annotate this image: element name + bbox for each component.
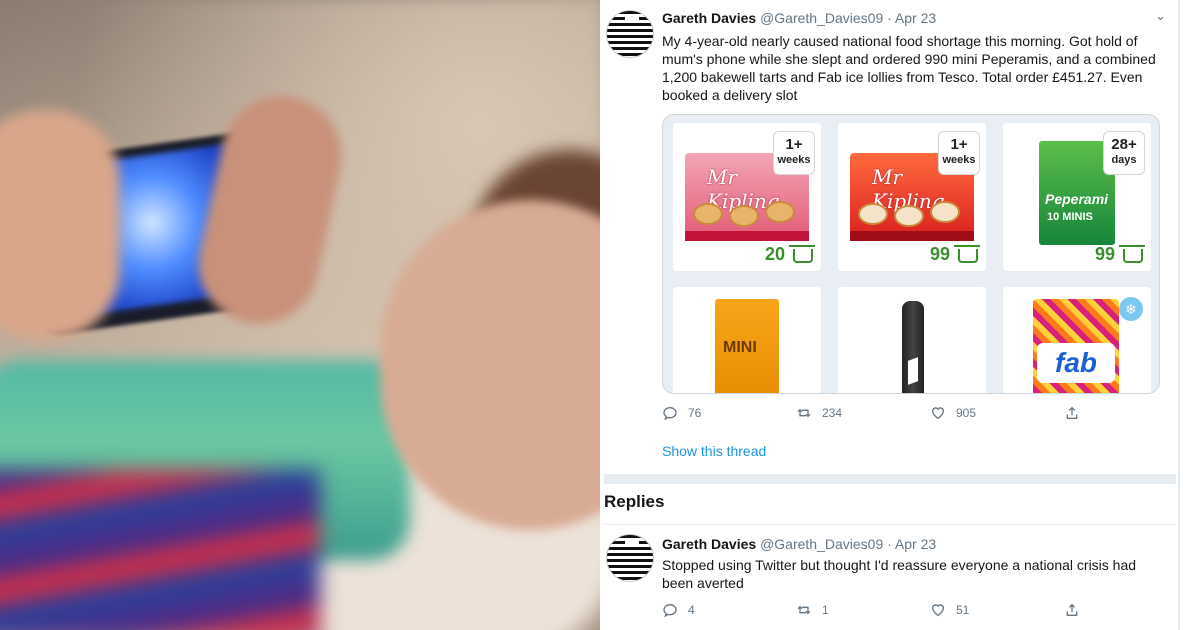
shelf-life-value: 1+	[950, 136, 968, 153]
like-count: 51	[956, 603, 970, 617]
shelf-life-badge: 1+ weeks	[773, 131, 815, 175]
like-button[interactable]: 51	[930, 602, 1064, 618]
avatar[interactable]	[606, 10, 654, 58]
retweet-icon	[797, 605, 811, 615]
shelf-life-unit: weeks	[777, 154, 811, 166]
reply-count: 76	[688, 406, 702, 420]
separator-dot: ·	[887, 10, 892, 26]
reply-count: 4	[688, 603, 695, 617]
child-with-phone-photo	[0, 0, 600, 630]
product-label: Peperami	[1045, 191, 1109, 207]
cake-image	[729, 205, 759, 227]
cake-image	[858, 203, 888, 225]
author-handle[interactable]: @Gareth_Davies09	[760, 536, 883, 552]
reply-tweet[interactable]: Gareth Davies @Gareth_Davies09 · Apr 23 …	[604, 524, 1176, 630]
author-name[interactable]: Gareth Davies	[662, 10, 756, 26]
reply-button[interactable]: 4	[662, 602, 796, 618]
cake-image	[693, 203, 723, 225]
product-band	[685, 231, 809, 241]
reply-button[interactable]: 76	[662, 405, 796, 421]
deodorant-image	[902, 301, 924, 393]
retweet-button[interactable]: 1	[796, 602, 930, 618]
product-tile: Mr Kipling 1+ weeks 20	[673, 123, 821, 271]
tweet-image-card[interactable]: Mr Kipling 1+ weeks 20 Mr Kipling 1+ wee…	[662, 114, 1160, 394]
product-tile	[838, 287, 986, 393]
product-label: MINI	[723, 339, 757, 356]
tweet-actions: 4 1 51	[662, 602, 1198, 618]
product-band	[850, 231, 974, 241]
separator-dot: ·	[887, 536, 892, 552]
shelf-life-value: 28+	[1111, 136, 1137, 153]
product-tile: Peperami 10 MINIS 28+ days 99	[1003, 123, 1151, 271]
cake-image	[765, 201, 795, 223]
product-tile: MINI	[673, 287, 821, 393]
main-tweet[interactable]: Gareth Davies @Gareth_Davies09 · Apr 23 …	[604, 0, 1176, 470]
tweet-text: My 4-year-old nearly caused national foo…	[662, 33, 1156, 103]
tweet-text: Stopped using Twitter but thought I'd re…	[662, 557, 1137, 591]
basket-icon	[789, 245, 815, 263]
twitter-panel: Gareth Davies @Gareth_Davies09 · Apr 23 …	[604, 0, 1176, 630]
basket-icon	[1119, 245, 1145, 263]
quantity: 20	[764, 244, 785, 264]
cake-image	[894, 205, 924, 227]
product-tile: fab ❄	[1003, 287, 1151, 393]
author-handle[interactable]: @Gareth_Davies09	[760, 10, 883, 26]
tweet-date[interactable]: Apr 23	[895, 536, 936, 552]
tweet-header: Gareth Davies @Gareth_Davies09 · Apr 23	[662, 10, 936, 26]
like-count: 905	[956, 406, 977, 420]
retweet-count: 1	[822, 603, 829, 617]
shelf-life-badge: 1+ weeks	[938, 131, 980, 175]
product-sublabel: 10 MINIS	[1047, 211, 1093, 223]
shelf-life-badge: 28+ days	[1103, 131, 1145, 175]
cake-image	[930, 201, 960, 223]
like-button[interactable]: 905	[930, 405, 1064, 421]
photo-blanket	[0, 470, 320, 630]
basket-icon	[954, 245, 980, 263]
shelf-life-unit: weeks	[942, 154, 976, 166]
reply-icon	[663, 603, 677, 618]
tweet-header: Gareth Davies @Gareth_Davies09 · Apr 23	[662, 536, 936, 552]
chevron-down-icon[interactable]: ⌄	[1155, 8, 1166, 24]
tweet-actions: 76 234 905	[662, 405, 1198, 421]
quantity: 99	[1094, 244, 1115, 264]
tweet-date[interactable]: Apr 23	[895, 10, 936, 26]
snowflake-icon: ❄	[1119, 297, 1143, 321]
retweet-count: 234	[822, 406, 843, 420]
author-name[interactable]: Gareth Davies	[662, 536, 756, 552]
replies-heading: Replies	[604, 492, 665, 511]
retweet-icon	[797, 408, 811, 418]
product-box: fab	[1033, 299, 1119, 393]
product-label: fab	[1037, 343, 1115, 383]
share-icon	[1066, 406, 1078, 419]
product-box: MINI	[715, 299, 779, 393]
avatar[interactable]	[606, 534, 654, 582]
photo-left-hand	[0, 110, 120, 340]
heart-icon	[931, 604, 945, 617]
quantity: 99	[929, 244, 950, 264]
shelf-life-unit: days	[1111, 154, 1137, 166]
share-icon	[1066, 603, 1078, 616]
section-separator	[604, 474, 1176, 484]
retweet-button[interactable]: 234	[796, 405, 930, 421]
show-thread-link[interactable]: Show this thread	[662, 443, 766, 459]
heart-icon	[931, 407, 945, 420]
product-tile: Mr Kipling 1+ weeks 99	[838, 123, 986, 271]
shelf-life-value: 1+	[785, 136, 803, 153]
scrollbar-thumb[interactable]	[1178, 0, 1180, 630]
reply-icon	[663, 406, 677, 421]
